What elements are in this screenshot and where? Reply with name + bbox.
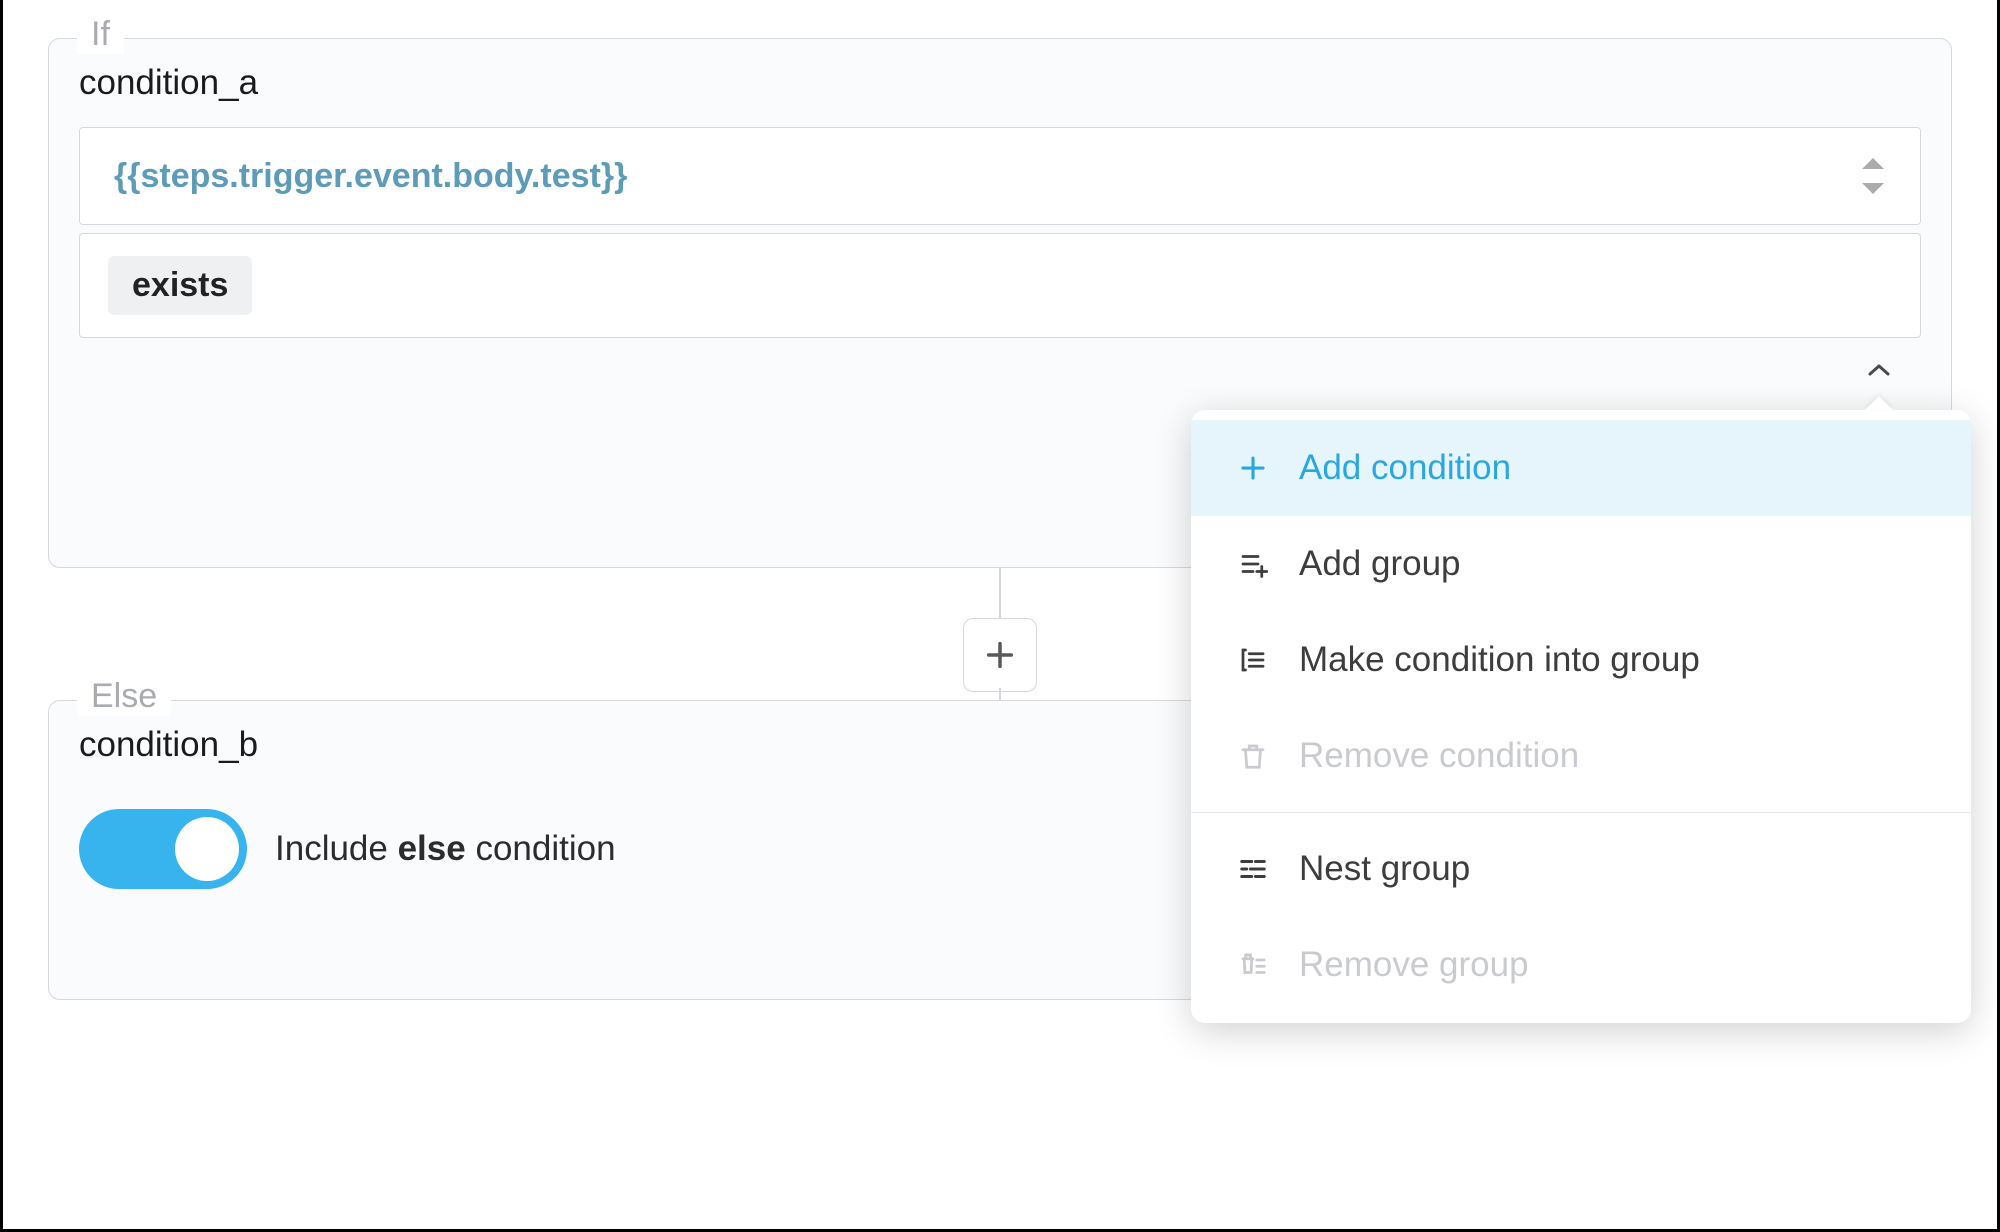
plus-icon xyxy=(1235,450,1271,486)
operator-select[interactable]: exists xyxy=(79,233,1921,338)
list-plus-icon xyxy=(1235,546,1271,582)
menu-item-remove-group: Remove group xyxy=(1191,917,1971,1013)
menu-divider xyxy=(1191,812,1971,813)
if-legend: If xyxy=(77,15,124,54)
sort-caret-icon xyxy=(1860,156,1886,196)
menu-item-label: Add condition xyxy=(1299,448,1511,488)
menu-item-label: Remove condition xyxy=(1299,736,1579,776)
trash-icon xyxy=(1235,738,1271,774)
expression-value: {{steps.trigger.event.body.test}} xyxy=(114,157,627,196)
menu-item-label: Nest group xyxy=(1299,849,1470,889)
condition-editor-canvas: If condition_a {{steps.trigger.event.bod… xyxy=(0,0,2000,1232)
include-else-toggle[interactable] xyxy=(79,809,247,889)
else-legend: Else xyxy=(77,677,171,716)
nest-icon xyxy=(1235,851,1271,887)
connector-line xyxy=(999,688,1001,700)
if-condition-name: condition_a xyxy=(49,39,1951,127)
menu-item-nest-group[interactable]: Nest group xyxy=(1191,821,1971,917)
condition-menu-trigger[interactable] xyxy=(1867,358,1891,384)
add-step-button[interactable] xyxy=(963,618,1037,692)
menu-item-label: Make condition into group xyxy=(1299,640,1700,680)
trash-list-icon xyxy=(1235,947,1271,983)
menu-item-add-group[interactable]: Add group xyxy=(1191,516,1971,612)
include-else-label: Include else condition xyxy=(275,829,616,869)
menu-item-remove-condition: Remove condition xyxy=(1191,708,1971,804)
plus-icon xyxy=(983,638,1017,672)
expression-select[interactable]: {{steps.trigger.event.body.test}} xyxy=(79,127,1921,225)
condition-actions-menu: Add condition Add group Make condition i… xyxy=(1191,410,1971,1023)
menu-item-label: Add group xyxy=(1299,544,1461,584)
operator-chip: exists xyxy=(108,256,252,315)
menu-item-make-into-group[interactable]: Make condition into group xyxy=(1191,612,1971,708)
if-condition-body: {{steps.trigger.event.body.test}} exists xyxy=(79,127,1921,338)
connector-line xyxy=(999,568,1001,618)
bracket-list-icon xyxy=(1235,642,1271,678)
menu-item-add-condition[interactable]: Add condition xyxy=(1191,420,1971,516)
menu-item-label: Remove group xyxy=(1299,945,1529,985)
